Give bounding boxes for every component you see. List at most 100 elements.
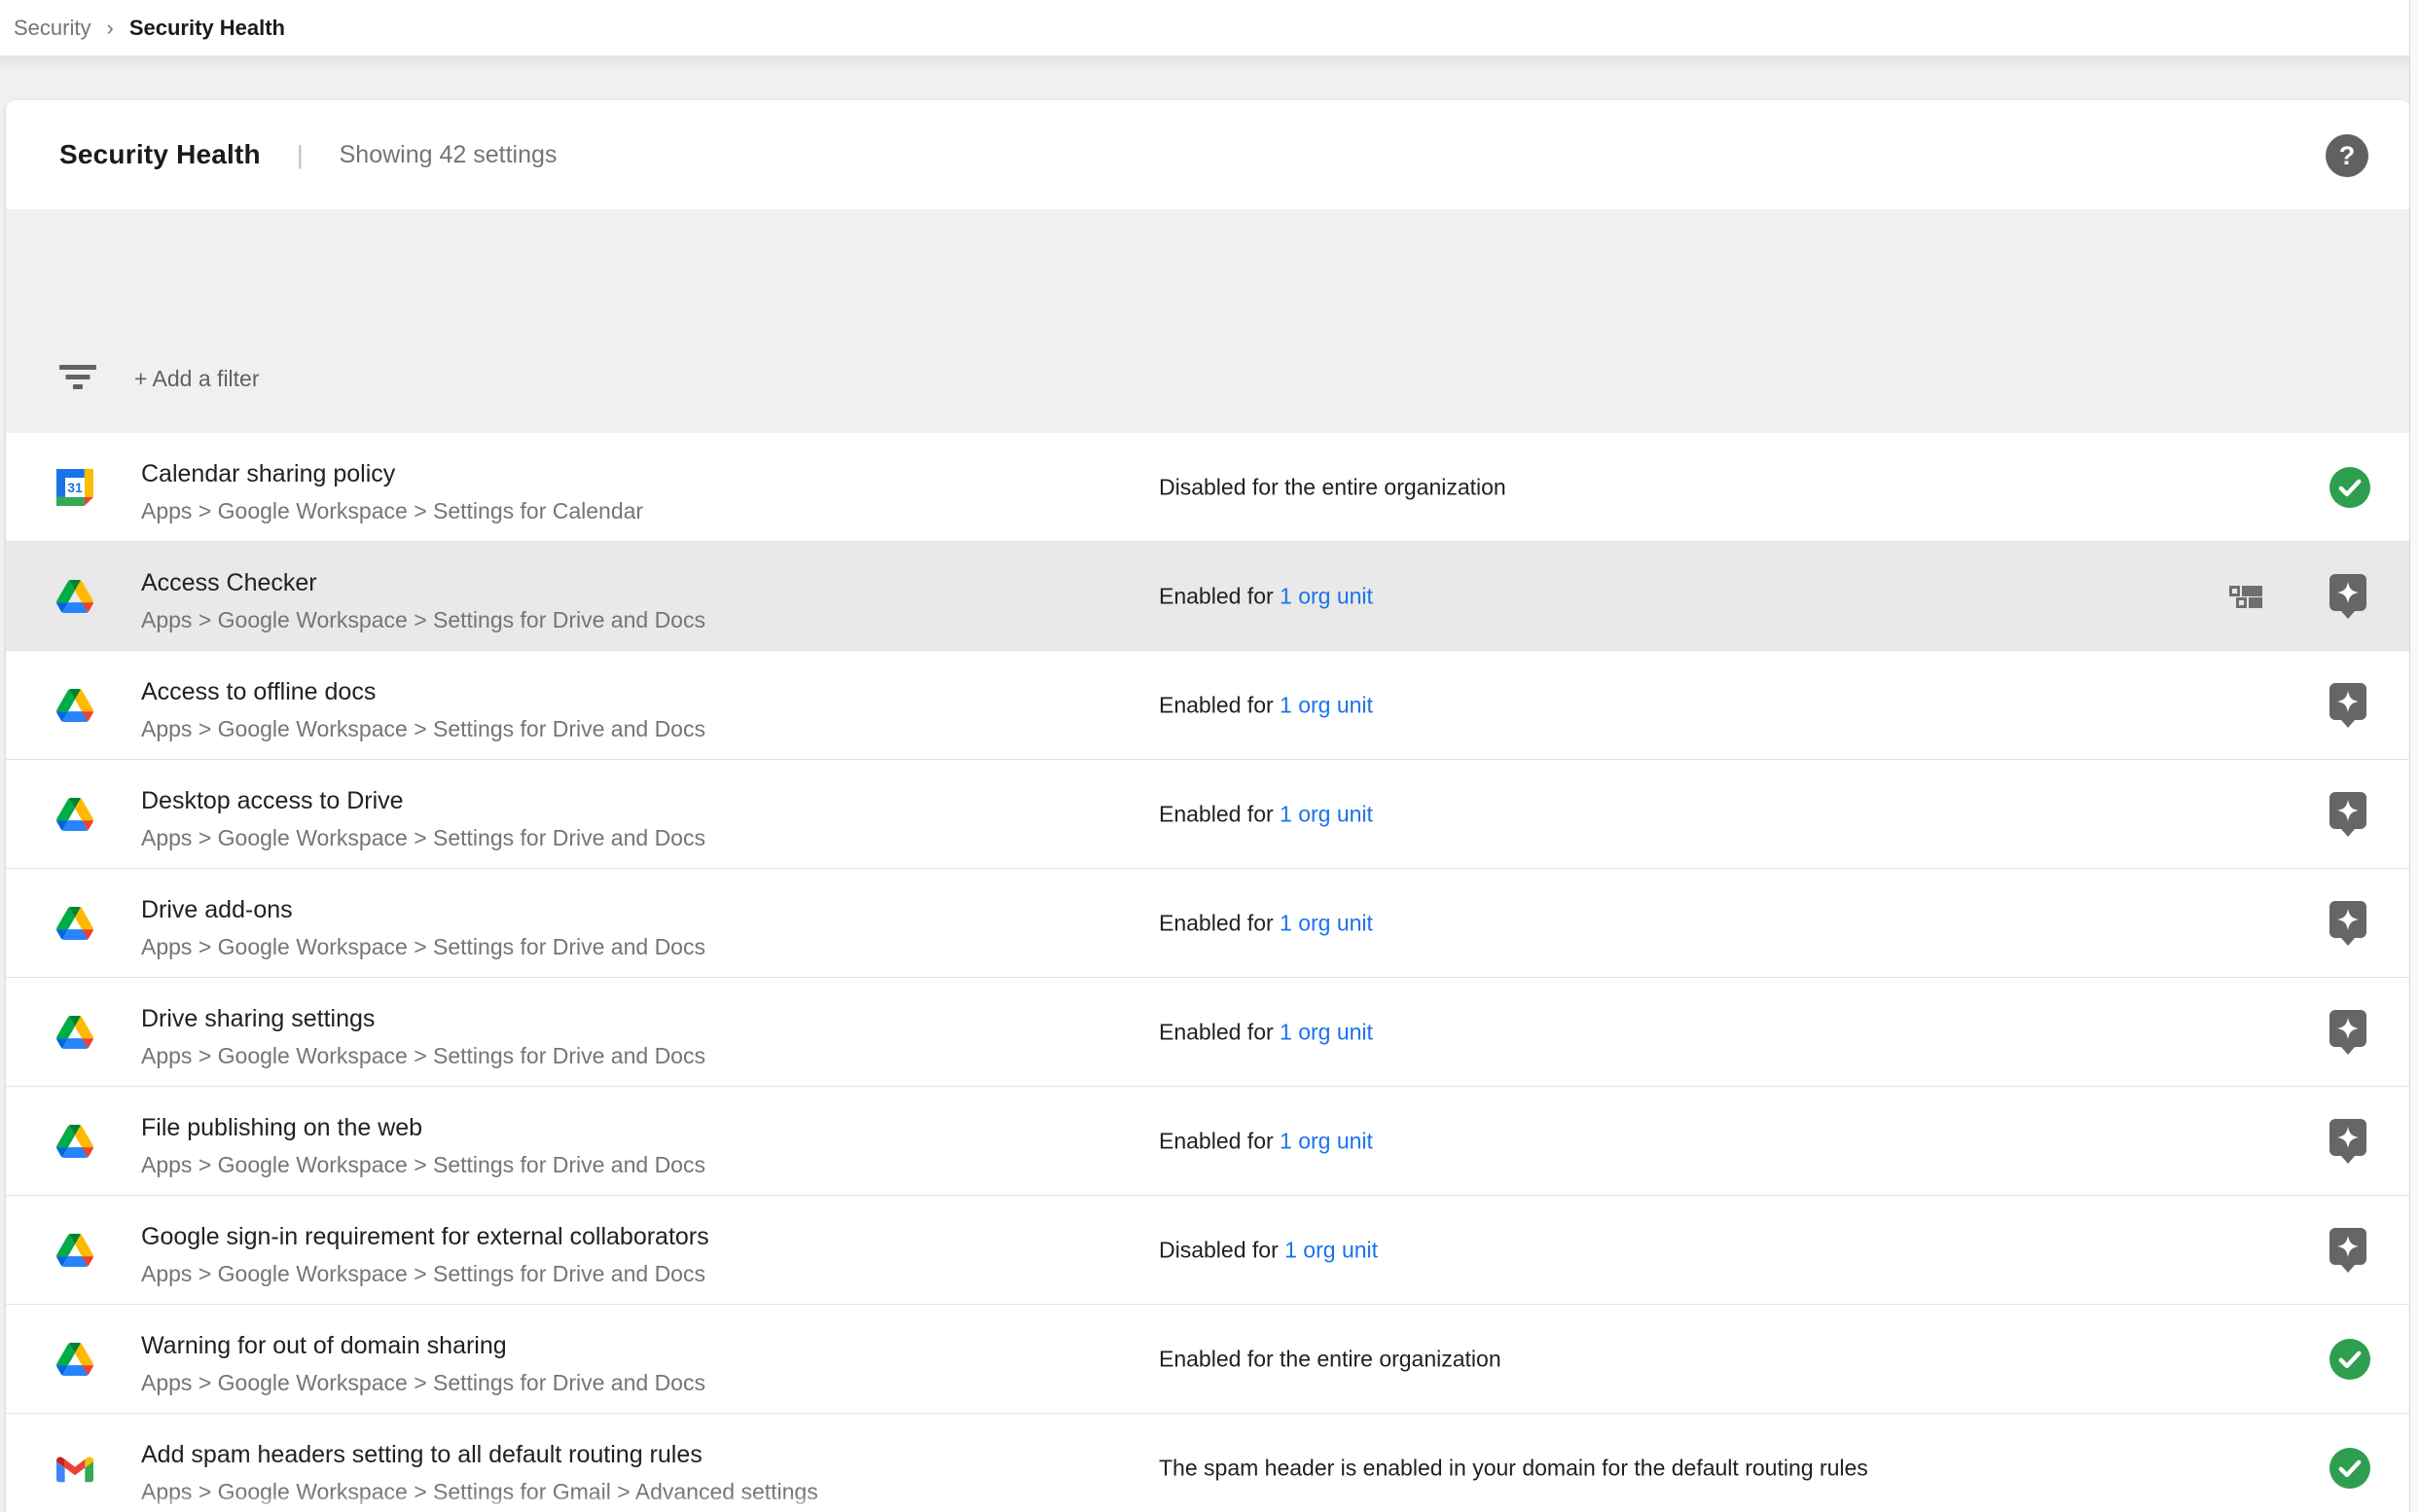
filter-icon[interactable]: [59, 365, 96, 392]
gmail-icon: [56, 1454, 93, 1482]
setting-text: Access to offline docs Apps > Google Wor…: [141, 678, 705, 742]
setting-text: Google sign-in requirement for external …: [141, 1223, 709, 1287]
setting-title: Warning for out of domain sharing: [141, 1332, 705, 1360]
setting-path: Apps > Google Workspace > Settings for D…: [141, 716, 705, 742]
google-drive-icon: [56, 907, 93, 940]
setting-row[interactable]: File publishing on the web Apps > Google…: [6, 1087, 2411, 1196]
setting-text: Drive sharing settings Apps > Google Wor…: [141, 1005, 705, 1069]
setting-title: Desktop access to Drive: [141, 787, 705, 815]
org-unit-link[interactable]: 1 org unit: [1280, 801, 1373, 826]
status-text: Enabled for the entire organization: [1159, 1346, 1501, 1371]
status-ok-check-icon: [2329, 1448, 2370, 1489]
google-calendar-icon: 31: [56, 469, 93, 506]
setting-row[interactable]: Drive sharing settings Apps > Google Wor…: [6, 978, 2411, 1087]
card-header: Security Health | Showing 42 settings ?: [6, 100, 2411, 209]
setting-status: Disabled for the entire organization: [1159, 474, 1506, 500]
status-text: Enabled for: [1159, 910, 1280, 935]
status-text: Enabled for: [1159, 801, 1280, 826]
google-drive-icon: [56, 689, 93, 722]
svg-text:31: 31: [67, 479, 83, 494]
setting-path: Apps > Google Workspace > Settings for D…: [141, 1043, 705, 1069]
org-unit-link[interactable]: 1 org unit: [1280, 1128, 1373, 1153]
setting-path: Apps > Google Workspace > Settings for D…: [141, 1261, 709, 1287]
recommendation-badge-icon[interactable]: [2329, 682, 2367, 728]
status-text: Enabled for: [1159, 583, 1280, 608]
org-unit-link[interactable]: 1 org unit: [1280, 910, 1373, 935]
setting-status: Enabled for 1 org unit: [1159, 1019, 1373, 1045]
google-drive-icon: [56, 1016, 93, 1049]
setting-title: Drive add-ons: [141, 896, 705, 924]
setting-path: Apps > Google Workspace > Settings for G…: [141, 1479, 818, 1505]
security-health-card: Security Health | Showing 42 settings ? …: [6, 100, 2411, 1512]
setting-title: Calendar sharing policy: [141, 460, 643, 488]
setting-title: File publishing on the web: [141, 1114, 705, 1142]
setting-row[interactable]: 31 Calendar sharing policy Apps > Google…: [6, 433, 2411, 542]
setting-text: Desktop access to Drive Apps > Google Wo…: [141, 787, 705, 851]
status-text: Enabled for: [1159, 1019, 1280, 1044]
setting-row[interactable]: Access to offline docs Apps > Google Wor…: [6, 651, 2411, 760]
setting-status: Disabled for 1 org unit: [1159, 1237, 1378, 1263]
setting-title: Google sign-in requirement for external …: [141, 1223, 709, 1251]
setting-title: Access to offline docs: [141, 678, 705, 706]
setting-path: Apps > Google Workspace > Settings for D…: [141, 934, 705, 960]
breadcrumb-security-health: Security Health: [129, 16, 285, 41]
recommendation-badge-icon[interactable]: [2329, 1227, 2367, 1273]
setting-status: Enabled for the entire organization: [1159, 1346, 1501, 1372]
setting-text: File publishing on the web Apps > Google…: [141, 1114, 705, 1178]
setting-status: Enabled for 1 org unit: [1159, 801, 1373, 827]
org-unit-link[interactable]: 1 org unit: [1280, 583, 1373, 608]
recommendation-badge-icon[interactable]: [2329, 900, 2367, 946]
setting-path: Apps > Google Workspace > Settings for D…: [141, 1152, 705, 1178]
status-text: Disabled for: [1159, 1237, 1284, 1262]
status-text: The spam header is enabled in your domai…: [1159, 1455, 1868, 1480]
breadcrumb: Security › Security Health: [0, 0, 2419, 55]
status-ok-check-icon: [2329, 1339, 2370, 1380]
google-drive-icon: [56, 580, 93, 613]
setting-status: Enabled for 1 org unit: [1159, 692, 1373, 718]
recommendation-badge-icon[interactable]: [2329, 1009, 2367, 1055]
filter-toolbar: + Add a filter Setting name Status i: [6, 209, 2411, 434]
help-icon[interactable]: ?: [2326, 134, 2368, 177]
recommendation-badge-icon[interactable]: [2329, 791, 2367, 837]
title-divider: |: [297, 140, 304, 170]
google-drive-icon: [56, 1234, 93, 1267]
add-filter-button[interactable]: + Add a filter: [134, 366, 260, 392]
setting-text: Drive add-ons Apps > Google Workspace > …: [141, 896, 705, 960]
setting-text: Warning for out of domain sharing Apps >…: [141, 1332, 705, 1396]
setting-status: The spam header is enabled in your domai…: [1159, 1455, 1868, 1481]
status-ok-check-icon: [2329, 467, 2370, 508]
recommendation-badge-icon[interactable]: [2329, 573, 2367, 619]
setting-title: Access Checker: [141, 569, 705, 597]
recommendation-badge-icon[interactable]: [2329, 1118, 2367, 1164]
status-text: Enabled for: [1159, 692, 1280, 717]
status-text: Disabled for the entire organization: [1159, 474, 1506, 499]
org-unit-link[interactable]: 1 org unit: [1284, 1237, 1378, 1262]
setting-path: Apps > Google Workspace > Settings for D…: [141, 825, 705, 851]
org-unit-link[interactable]: 1 org unit: [1280, 1019, 1373, 1044]
setting-status: Enabled for 1 org unit: [1159, 1128, 1373, 1154]
google-drive-icon: [56, 798, 93, 831]
setting-text: Access Checker Apps > Google Workspace >…: [141, 569, 705, 633]
setting-title: Add spam headers setting to all default …: [141, 1441, 818, 1469]
setting-row[interactable]: Add spam headers setting to all default …: [6, 1414, 2411, 1512]
setting-row[interactable]: Access Checker Apps > Google Workspace >…: [6, 542, 2411, 651]
setting-path: Apps > Google Workspace > Settings for D…: [141, 607, 705, 633]
setting-status: Enabled for 1 org unit: [1159, 583, 1373, 609]
setting-row[interactable]: Warning for out of domain sharing Apps >…: [6, 1305, 2411, 1414]
page-band-shadow: [0, 55, 2419, 100]
page-title: Security Health: [59, 139, 261, 170]
vertical-scrollbar[interactable]: [2409, 0, 2419, 1512]
setting-path: Apps > Google Workspace > Settings for C…: [141, 498, 643, 524]
setting-row[interactable]: Desktop access to Drive Apps > Google Wo…: [6, 760, 2411, 869]
setting-row[interactable]: Drive add-ons Apps > Google Workspace > …: [6, 869, 2411, 978]
google-drive-icon: [56, 1125, 93, 1158]
setting-path: Apps > Google Workspace > Settings for D…: [141, 1370, 705, 1396]
org-unit-link[interactable]: 1 org unit: [1280, 692, 1373, 717]
org-units-icon: [2229, 586, 2262, 607]
setting-text: Add spam headers setting to all default …: [141, 1441, 818, 1505]
setting-row[interactable]: Google sign-in requirement for external …: [6, 1196, 2411, 1305]
settings-table-body: 31 Calendar sharing policy Apps > Google…: [6, 433, 2411, 1512]
breadcrumb-security[interactable]: Security: [14, 16, 90, 41]
setting-title: Drive sharing settings: [141, 1005, 705, 1033]
settings-count: Showing 42 settings: [340, 141, 558, 169]
